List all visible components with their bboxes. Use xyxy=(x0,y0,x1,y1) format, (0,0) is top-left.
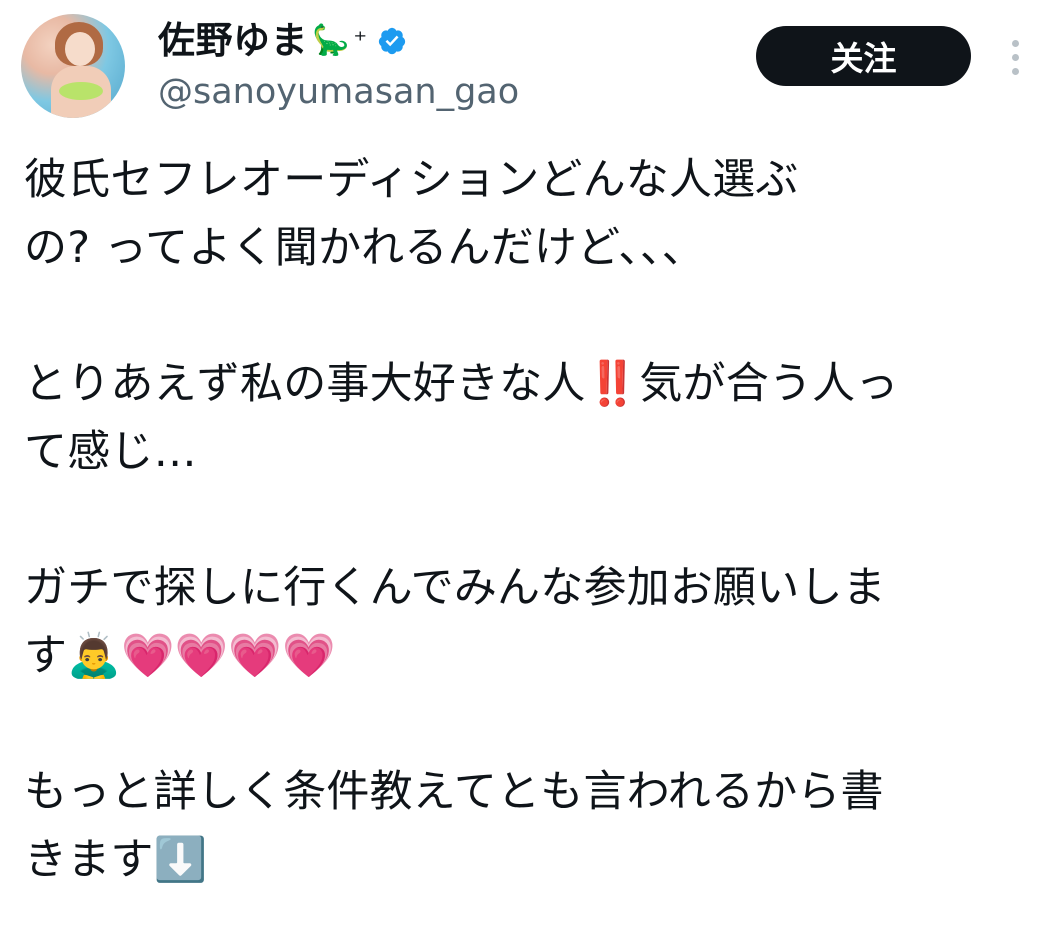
avatar-figure-swimsuit xyxy=(59,82,103,100)
tweet-line: の? ってよく聞かれるんだけど、、、 xyxy=(24,223,705,273)
author-handle[interactable]: @sanoyumasan_gao xyxy=(158,68,519,116)
tweet-line: きます⬇️ xyxy=(24,835,208,885)
tweet-paragraph: もっと詳しく条件教えてとも言われるから書 きます⬇️ xyxy=(24,758,1044,894)
tweet-line: もっと詳しく条件教えてとも言われるから書 xyxy=(24,767,884,817)
tweet-paragraph: とりあえず私の事大好きな人‼️気が合う人っ て感じ… xyxy=(24,350,1044,486)
verified-badge-icon[interactable] xyxy=(377,26,407,56)
tweet-line: とりあえず私の事大好きな人‼️気が合う人っ xyxy=(24,359,899,409)
tweet-line: す🙇‍♂️💗💗💗💗 xyxy=(24,631,336,681)
author-name-row[interactable]: 佐野ゆま 🦕 ⁺ xyxy=(158,16,407,66)
tweet-line: ガチで探しに行くんでみんな参加お願いしま xyxy=(24,563,886,613)
dinosaur-emoji-icon: 🦕 xyxy=(312,23,350,58)
author-display-name[interactable]: 佐野ゆま xyxy=(158,18,308,64)
tweet-paragraph: 彼氏セフレオーディションどんな人選ぶ の? ってよく聞かれるんだけど、、、 xyxy=(24,146,1044,282)
avatar-figure-face xyxy=(65,32,95,66)
avatar[interactable] xyxy=(21,14,125,118)
tweet-paragraph: ガチで探しに行くんでみんな参加お願いしま す🙇‍♂️💗💗💗💗 xyxy=(24,554,1044,690)
sparkle-symbol-icon: ⁺ xyxy=(353,26,368,56)
follow-button[interactable]: 关注 xyxy=(756,26,971,86)
tweet-text: 彼氏セフレオーディションどんな人選ぶ の? ってよく聞かれるんだけど、、、 とり… xyxy=(24,146,1044,894)
tweet-line: て感じ… xyxy=(24,427,197,477)
tweet-card: 佐野ゆま 🦕 ⁺ @sanoyumasan_gao 关注 彼氏セフレオーディショ… xyxy=(0,0,1063,933)
tweet-line: 彼氏セフレオーディションどんな人選ぶ xyxy=(24,155,799,205)
more-options-icon[interactable] xyxy=(1000,32,1030,82)
